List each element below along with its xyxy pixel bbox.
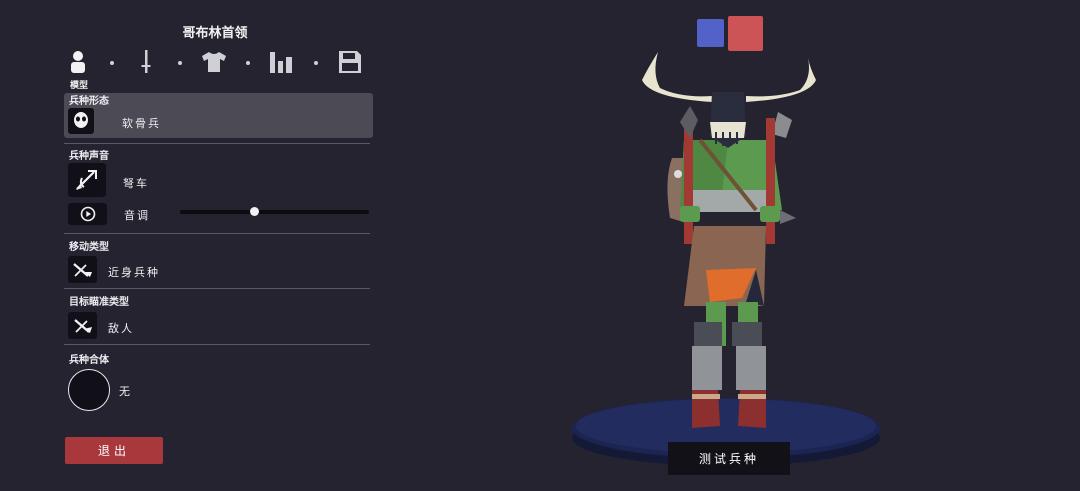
play-icon (80, 206, 95, 222)
unit-form-label: 兵种形态 (69, 96, 109, 107)
targeting-value: 敌人 (108, 322, 134, 335)
pitch-slider[interactable] (180, 207, 369, 216)
tab-save[interactable] (336, 48, 364, 76)
divider (64, 143, 370, 144)
unit-preview (572, 52, 880, 466)
test-unit-button[interactable]: 测试兵种 (668, 442, 790, 475)
target-enemy-icon (73, 318, 92, 333)
tab-model-label: 模型 (70, 81, 89, 91)
pitch-label: 音调 (124, 209, 150, 222)
tab-clothing[interactable] (200, 48, 228, 76)
unit-voice-label: 兵种声音 (69, 151, 109, 162)
combine-slot[interactable] (68, 369, 110, 411)
divider (64, 288, 370, 289)
pitch-slider-handle[interactable] (250, 207, 260, 216)
tab-separator (110, 61, 114, 65)
movement-icon-box[interactable] (68, 256, 97, 283)
tab-separator (314, 61, 318, 65)
crossbow-icon (76, 170, 97, 190)
unit-voice-value: 弩车 (123, 177, 149, 190)
melee-icon (72, 262, 92, 277)
sword-icon (141, 50, 151, 73)
unit-form-value: 软骨兵 (122, 117, 161, 130)
unit-form-icon-box (68, 108, 94, 134)
divider (64, 344, 370, 345)
tab-weapon[interactable] (132, 48, 160, 76)
person-icon (71, 51, 85, 73)
movement-label: 移动类型 (69, 242, 109, 253)
movement-value: 近身兵种 (108, 266, 160, 279)
divider (64, 233, 370, 234)
exit-button[interactable]: 退出 (65, 437, 163, 464)
shirt-icon (202, 52, 226, 72)
tab-separator (246, 61, 250, 65)
unit-form-row[interactable] (64, 93, 373, 138)
editor-tabs: 模型 (62, 48, 372, 91)
tab-separator (178, 61, 182, 65)
unit-title: 哥布林首领 (182, 26, 248, 41)
save-icon (339, 51, 361, 73)
bar-chart-icon (270, 52, 292, 73)
tab-model[interactable] (64, 48, 92, 76)
combine-label: 兵种合体 (69, 355, 109, 366)
combine-value: 无 (119, 385, 132, 398)
tab-stats[interactable] (268, 48, 296, 76)
play-sound-button[interactable] (68, 203, 107, 225)
skull-mask-icon (74, 112, 88, 128)
targeting-label: 目标瞄准类型 (69, 297, 129, 308)
unit-voice-icon-box[interactable] (68, 163, 106, 197)
targeting-icon-box[interactable] (68, 312, 97, 339)
